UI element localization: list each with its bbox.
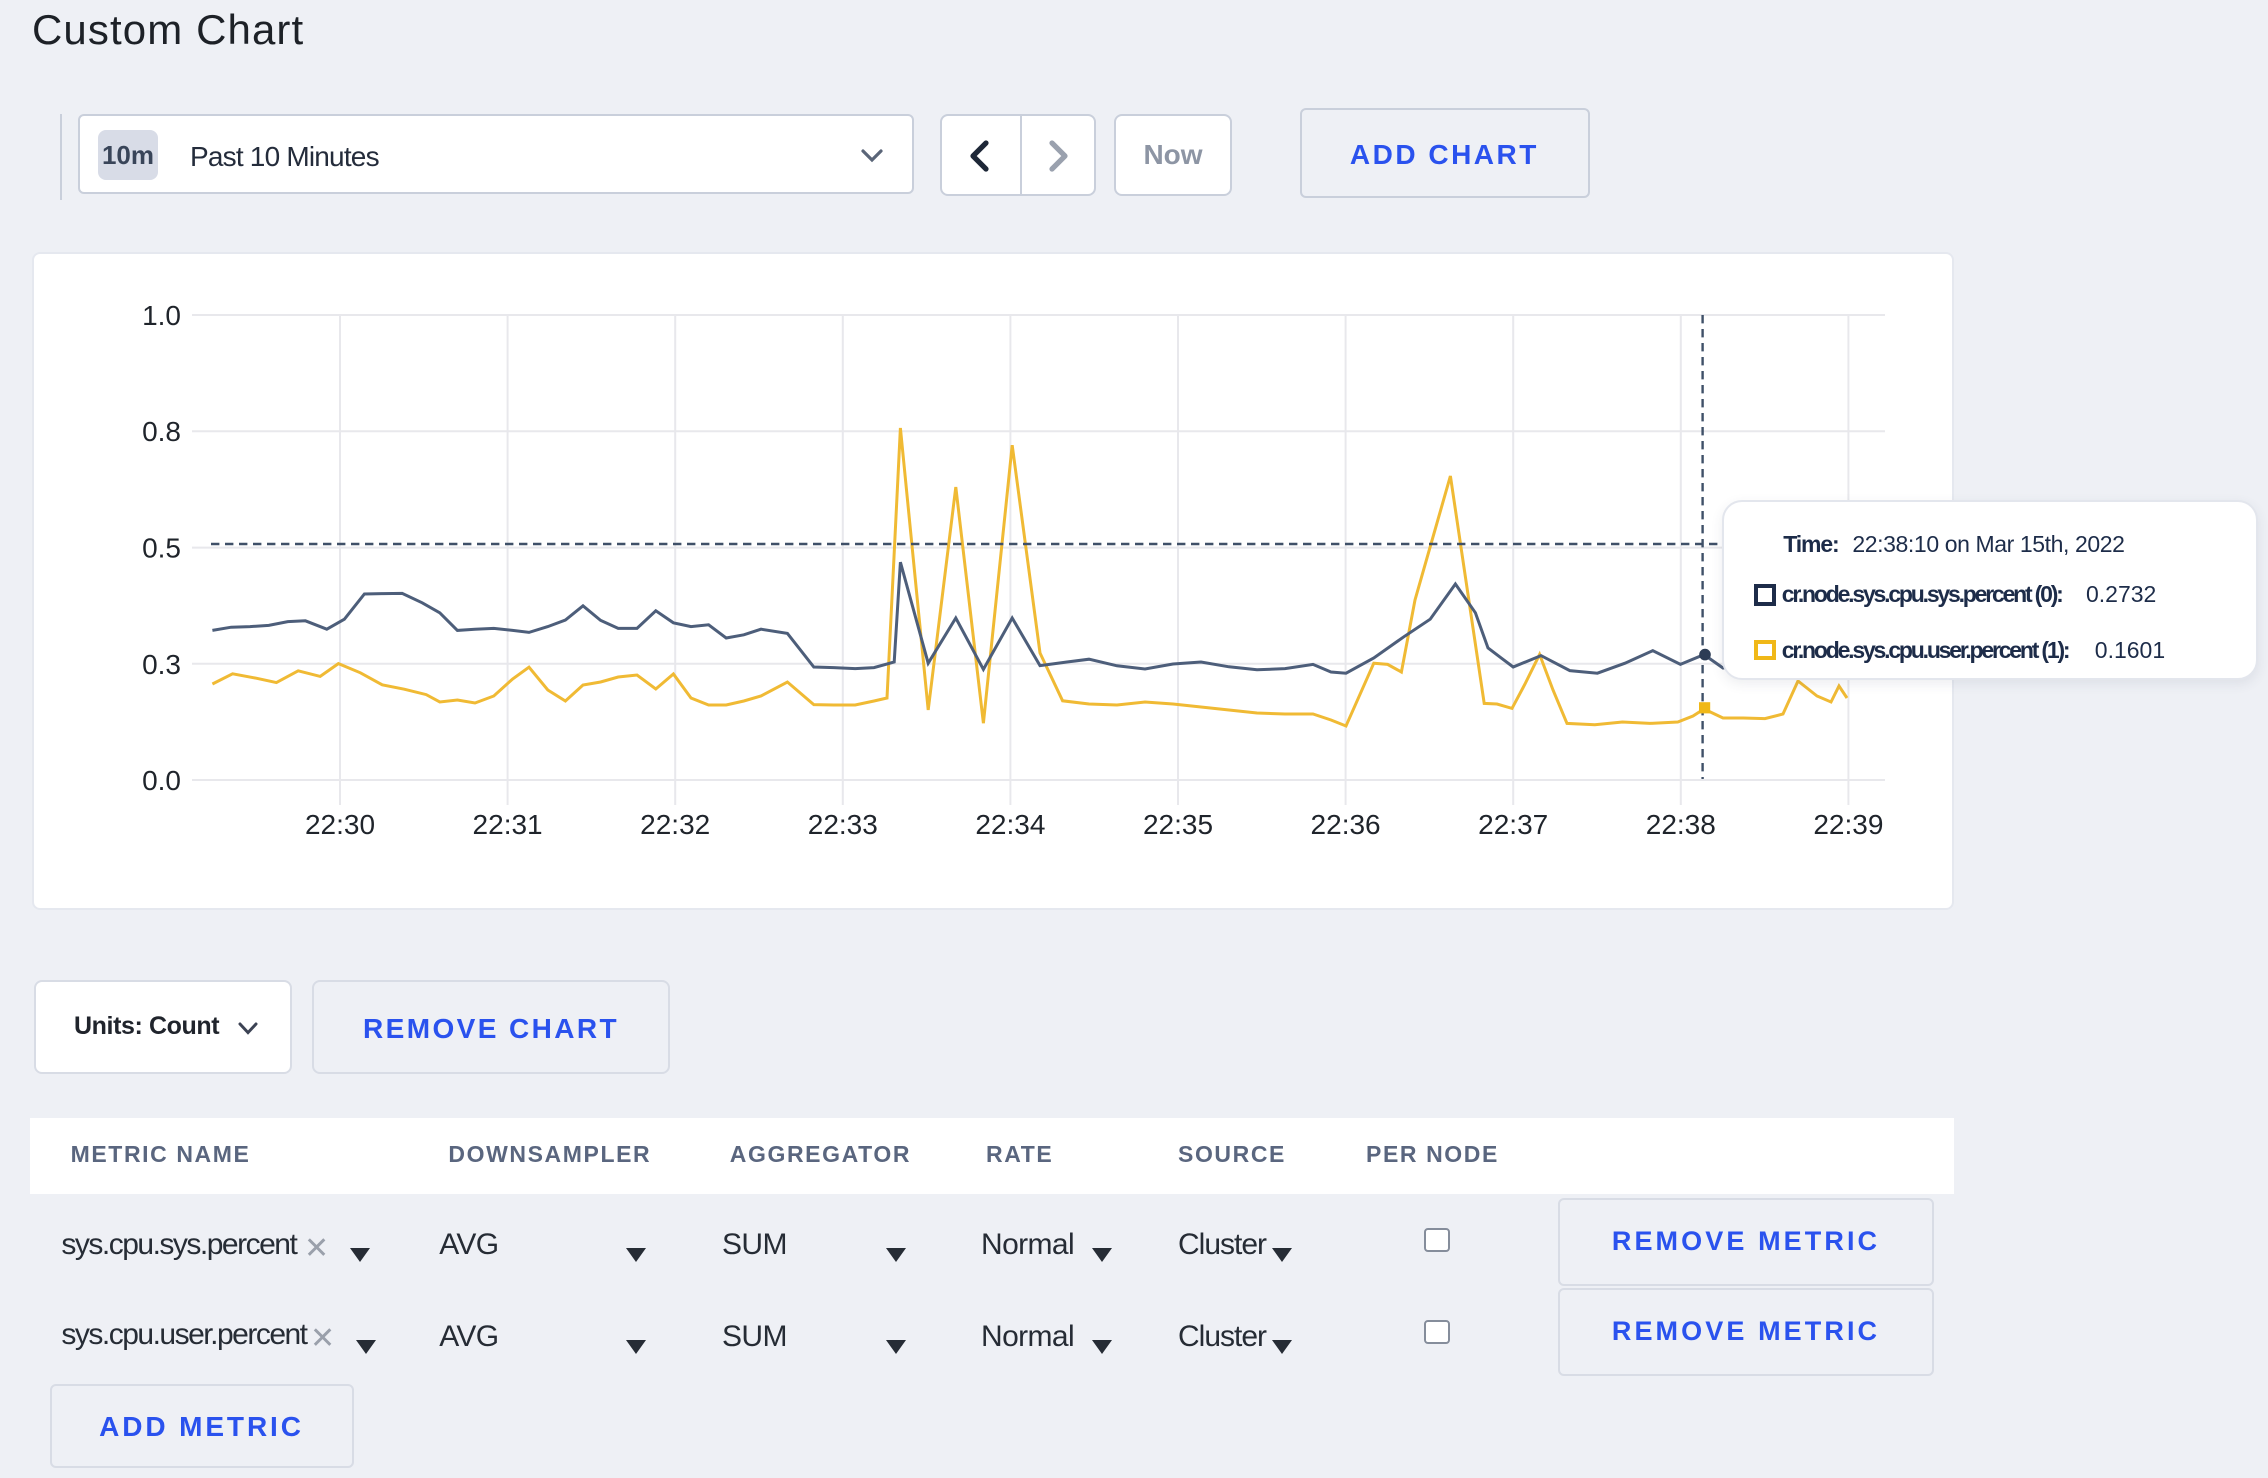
- svg-text:22:31: 22:31: [472, 809, 542, 840]
- svg-text:22:38: 22:38: [1645, 809, 1715, 840]
- svg-text:0.0: 0.0: [141, 765, 180, 796]
- svg-text:22:30: 22:30: [304, 809, 374, 840]
- svg-text:0.3: 0.3: [141, 649, 180, 680]
- svg-text:1.0: 1.0: [141, 300, 180, 331]
- svg-text:0.8: 0.8: [141, 416, 180, 447]
- svg-text:22:35: 22:35: [1142, 809, 1212, 840]
- svg-text:22:34: 22:34: [974, 809, 1044, 840]
- svg-text:0.5: 0.5: [141, 533, 180, 564]
- svg-text:22:33: 22:33: [807, 809, 877, 840]
- svg-text:22:36: 22:36: [1310, 809, 1380, 840]
- svg-text:22:39: 22:39: [1812, 809, 1882, 840]
- svg-text:22:37: 22:37: [1477, 809, 1547, 840]
- svg-text:22:32: 22:32: [639, 809, 709, 840]
